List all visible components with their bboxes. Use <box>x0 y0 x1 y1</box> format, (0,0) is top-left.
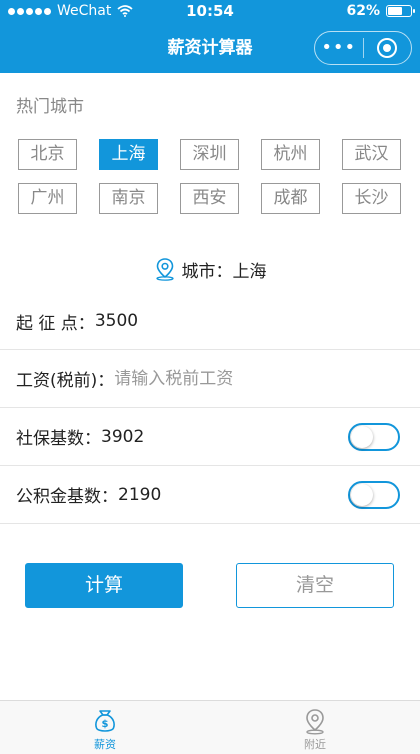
salary-label: 工资(税前)： <box>16 371 115 391</box>
housing-fund-label: 公积金基数： <box>16 487 118 507</box>
housing-fund-toggle[interactable] <box>348 481 400 509</box>
housing-fund-row: 公积金基数： 2190 <box>0 466 420 524</box>
city-button[interactable]: 长沙 <box>342 183 401 214</box>
social-security-toggle[interactable] <box>348 423 400 451</box>
toggle-knob <box>351 484 373 506</box>
social-security-label: 社保基数： <box>16 429 101 449</box>
toggle-knob <box>351 426 373 448</box>
salary-input[interactable] <box>114 368 375 389</box>
clear-button[interactable]: 清空 <box>236 563 394 608</box>
city-button[interactable]: 杭州 <box>261 139 320 170</box>
housing-fund-value: 2190 <box>118 484 162 505</box>
city-button[interactable]: 上海 <box>99 139 158 170</box>
svg-text:$: $ <box>102 719 109 730</box>
battery-icon <box>386 5 415 17</box>
calculate-button[interactable]: 计算 <box>25 563 183 608</box>
capsule-menu: ••• <box>314 31 412 65</box>
city-button[interactable]: 成都 <box>261 183 320 214</box>
tab-nearby-label: 附近 <box>304 738 326 751</box>
tab-bar: $ 薪资 附近 <box>0 700 420 754</box>
salary-row: 工资(税前)： <box>0 350 420 408</box>
tab-nearby[interactable]: 附近 <box>210 701 420 754</box>
top-bar: WeChat 10:54 62% 薪资计算器 ••• <box>0 0 420 73</box>
hot-cities-title: 热门城市 <box>16 97 84 117</box>
social-security-row: 社保基数： 3902 <box>0 408 420 466</box>
city-button[interactable]: 深圳 <box>180 139 239 170</box>
threshold-row: 起 征 点： 3500 <box>0 293 420 350</box>
city-button[interactable]: 广州 <box>18 183 77 214</box>
city-button[interactable]: 武汉 <box>342 139 401 170</box>
threshold-value: 3500 <box>94 311 139 331</box>
current-city: 城市：上海 <box>0 254 420 284</box>
city-button[interactable]: 西安 <box>180 183 239 214</box>
location-icon <box>306 709 324 735</box>
tab-salary-label: 薪资 <box>94 738 116 751</box>
threshold-label: 起 征 点： <box>16 313 95 334</box>
tab-salary[interactable]: $ 薪资 <box>0 701 210 754</box>
status-bar: WeChat 10:54 62% <box>0 0 420 24</box>
more-button[interactable]: ••• <box>315 31 363 65</box>
city-grid: 北京 上海 深圳 杭州 武汉广州 南京 西安 成都 长沙 <box>18 139 404 214</box>
target-icon <box>377 38 398 58</box>
location-pin-icon <box>155 258 174 281</box>
money-bag-icon: $ <box>95 710 115 732</box>
city-button[interactable]: 南京 <box>99 183 158 214</box>
battery-percent: 62% <box>346 3 380 19</box>
city-button[interactable]: 北京 <box>18 139 77 170</box>
battery-fill <box>388 7 402 15</box>
current-city-label: 城市：上海 <box>181 261 267 282</box>
close-button[interactable] <box>364 31 412 65</box>
status-right: 62% <box>346 3 415 19</box>
social-security-value: 3902 <box>101 426 145 447</box>
